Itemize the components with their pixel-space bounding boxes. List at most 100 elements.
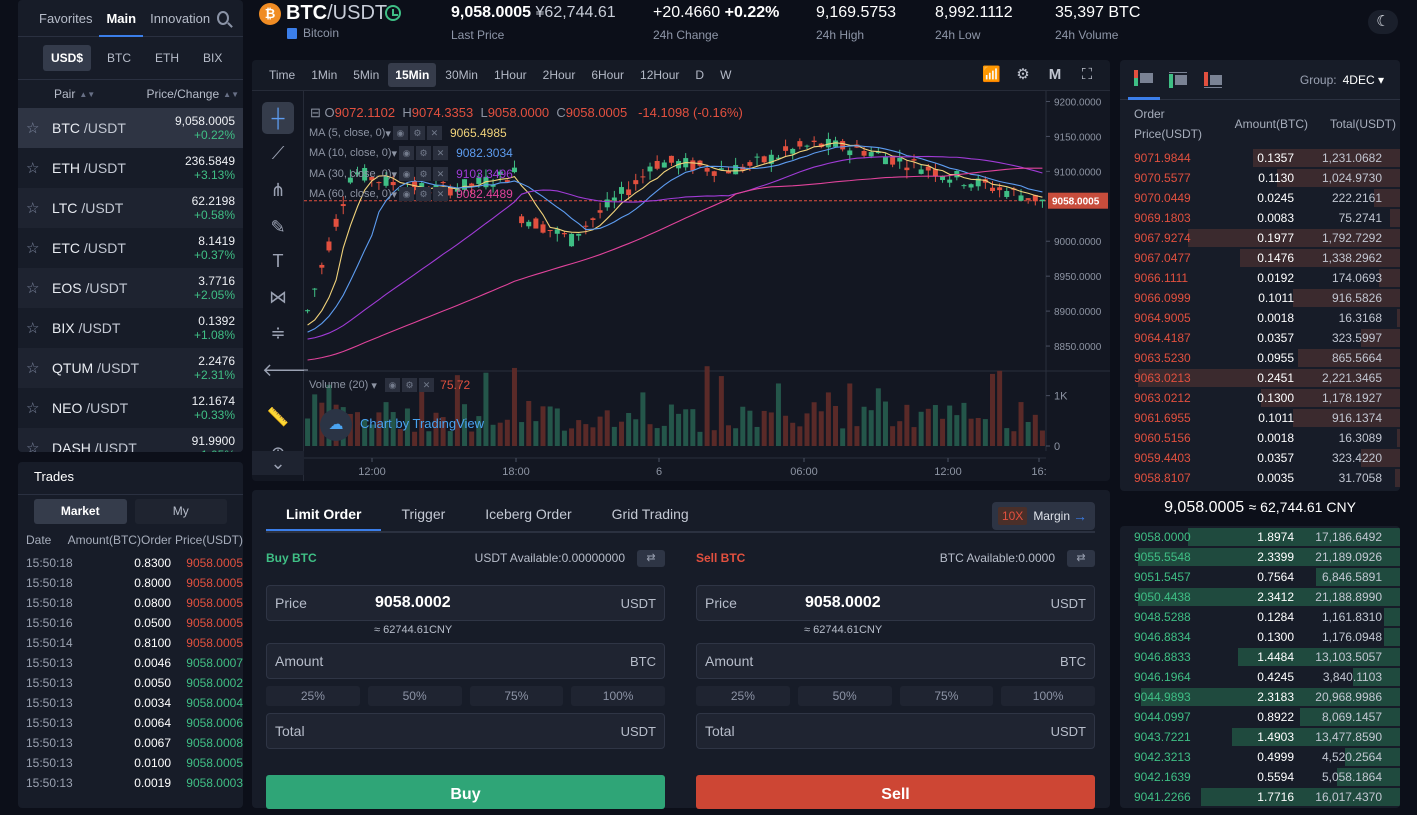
ask-row[interactable]: 9070.5577 0.1130 1,024.9730 <box>1120 168 1400 188</box>
buy-price-value[interactable]: 9058.0002 <box>375 594 451 612</box>
buy-50-button[interactable]: 50% <box>367 686 462 706</box>
bid-row[interactable]: 9044.0997 0.8922 8,069.1457 <box>1120 707 1400 727</box>
tab-limit-order[interactable]: Limit Order <box>266 490 382 531</box>
tab-favorites[interactable]: Favorites <box>32 0 99 37</box>
favorite-star-icon[interactable]: ☆ <box>26 279 40 297</box>
bid-row[interactable]: 9042.3213 0.4999 4,520.2564 <box>1120 747 1400 767</box>
brush-icon[interactable]: ✎ <box>262 211 294 243</box>
ask-row[interactable]: 9063.0213 0.2451 2,221.3465 <box>1120 368 1400 388</box>
quote-tab-btc[interactable]: BTC <box>99 45 139 71</box>
bid-row[interactable]: 9042.1639 0.5594 5,058.1864 <box>1120 767 1400 787</box>
buy-25-button[interactable]: 25% <box>266 686 360 706</box>
ask-row[interactable]: 9063.5230 0.0955 865.5664 <box>1120 348 1400 368</box>
bid-row[interactable]: 9043.7221 1.4903 13,477.8590 <box>1120 727 1400 747</box>
bid-row[interactable]: 9044.9893 2.3183 20,968.9986 <box>1120 687 1400 707</box>
market-row[interactable]: ☆ LTC /USDT 62.2198 +0.58% <box>18 188 243 228</box>
ask-row[interactable]: 9071.9844 0.1357 1,231.0682 <box>1120 148 1400 168</box>
sell-100-button[interactable]: 100% <box>1001 686 1095 706</box>
clock-icon[interactable] <box>385 5 401 21</box>
favorite-star-icon[interactable]: ☆ <box>26 319 40 337</box>
favorite-star-icon[interactable]: ☆ <box>26 199 40 217</box>
fib-tool-icon[interactable]: ⋔ <box>262 174 294 206</box>
eye-icon[interactable]: ◉ <box>399 167 415 181</box>
pair-title[interactable]: BTC/USDT <box>286 2 387 25</box>
buy-100-button[interactable]: 100% <box>571 686 665 706</box>
transfer-swap-icon[interactable]: ⇄ <box>637 549 665 567</box>
market-row[interactable]: ☆ ETH /USDT 236.5849 +3.13% <box>18 148 243 188</box>
ask-row[interactable]: 9067.9274 0.1977 1,792.7292 <box>1120 228 1400 248</box>
interval-time[interactable]: Time <box>262 63 302 87</box>
favorite-star-icon[interactable]: ☆ <box>26 359 40 377</box>
eye-icon[interactable]: ◉ <box>392 126 408 140</box>
market-row[interactable]: ☆ QTUM /USDT 2.2476 +2.31% <box>18 348 243 388</box>
interval-6hour[interactable]: 6Hour <box>584 63 631 87</box>
market-row[interactable]: ☆ ETC /USDT 8.1419 +0.37% <box>18 228 243 268</box>
indicators-icon[interactable]: 📶 <box>982 67 1001 83</box>
ask-row[interactable]: 9061.6955 0.1011 916.1374 <box>1120 408 1400 428</box>
interval-1min[interactable]: 1Min <box>304 63 344 87</box>
buy-75-button[interactable]: 75% <box>469 686 564 706</box>
bid-row[interactable]: 9041.2266 1.7716 16,017.4370 <box>1120 787 1400 807</box>
close-icon[interactable]: ✕ <box>419 378 435 392</box>
sell-button[interactable]: Sell <box>696 775 1095 809</box>
favorite-star-icon[interactable]: ☆ <box>26 439 40 452</box>
trend-line-icon[interactable]: ⟋ <box>262 137 294 169</box>
bid-row[interactable]: 9048.5288 0.1284 1,161.8310 <box>1120 607 1400 627</box>
ask-row[interactable]: 9063.0212 0.1300 1,178.1927 <box>1120 388 1400 408</box>
favorite-star-icon[interactable]: ☆ <box>26 239 40 257</box>
favorite-star-icon[interactable]: ☆ <box>26 399 40 417</box>
tab-trigger[interactable]: Trigger <box>381 490 465 531</box>
book-bids-only-icon[interactable] <box>1163 60 1195 100</box>
margin-button[interactable]: 10X Margin → <box>991 502 1095 530</box>
quote-tab-eth[interactable]: ETH <box>147 45 187 71</box>
ask-row[interactable]: 9060.5156 0.0018 16.3089 <box>1120 428 1400 448</box>
bid-row[interactable]: 9058.0000 1.8974 17,186.6492 <box>1120 527 1400 547</box>
sell-25-button[interactable]: 25% <box>696 686 790 706</box>
tab-iceberg-order[interactable]: Iceberg Order <box>465 490 591 531</box>
sell-total-field[interactable]: Total USDT <box>696 713 1095 749</box>
gear-icon[interactable]: ⚙ <box>416 187 432 201</box>
crosshair-icon[interactable]: ┼ <box>262 102 294 134</box>
gear-icon[interactable]: ⚙ <box>416 146 432 160</box>
close-icon[interactable]: ✕ <box>426 126 442 140</box>
ask-row[interactable]: 9067.0477 0.1476 1,338.2962 <box>1120 248 1400 268</box>
pair-column-header[interactable]: Pair ▲▼ <box>54 87 95 101</box>
market-row[interactable]: ☆ BTC /USDT 9,058.0005 +0.22% <box>18 108 243 148</box>
book-asks-only-icon[interactable] <box>1198 60 1230 100</box>
bid-row[interactable]: 9050.4438 2.3412 21,188.8990 <box>1120 587 1400 607</box>
bid-row[interactable]: 9051.5457 0.7564 6,846.5891 <box>1120 567 1400 587</box>
tab-grid-trading[interactable]: Grid Trading <box>592 490 709 531</box>
buy-total-field[interactable]: Total USDT <box>266 713 665 749</box>
collapse-icon[interactable]: ⊟ <box>310 105 321 120</box>
settings-gear-icon[interactable]: ⚙ <box>1014 67 1032 83</box>
ask-row[interactable]: 9070.0449 0.0245 222.2161 <box>1120 188 1400 208</box>
ask-row[interactable]: 9069.1803 0.0083 75.2741 <box>1120 208 1400 228</box>
fullscreen-icon[interactable]: ⛶ <box>1078 67 1096 83</box>
bid-row[interactable]: 9046.8833 1.4484 13,103.5057 <box>1120 647 1400 667</box>
ask-row[interactable]: 9059.4403 0.0357 323.4220 <box>1120 448 1400 468</box>
price-chart[interactable]: Time 1Min 5Min 15Min 30Min 1Hour 2Hour 6Hour 12H… <box>252 60 1110 481</box>
buy-price-field[interactable]: Price 9058.0002 USDT <box>266 585 665 621</box>
sell-50-button[interactable]: 50% <box>797 686 892 706</box>
ruler-icon[interactable]: 📏 <box>262 401 294 433</box>
close-icon[interactable]: ✕ <box>433 167 449 181</box>
interval-w[interactable]: W <box>713 63 738 87</box>
favorite-star-icon[interactable]: ☆ <box>26 119 40 137</box>
tradingview-watermark[interactable]: Chart by TradingView <box>360 416 484 431</box>
transfer-swap-icon[interactable]: ⇄ <box>1067 549 1095 567</box>
ask-row[interactable]: 9058.8107 0.0035 31.7058 <box>1120 468 1400 488</box>
gear-icon[interactable]: ⚙ <box>409 126 425 140</box>
eye-icon[interactable]: ◉ <box>399 187 415 201</box>
projection-tool-icon[interactable]: ≑ <box>262 317 294 349</box>
chevron-down-icon[interactable]: ⌄ <box>252 451 304 475</box>
sell-75-button[interactable]: 75% <box>899 686 994 706</box>
tab-main[interactable]: Main <box>99 0 144 37</box>
tab-innovation[interactable]: Innovation <box>143 0 217 37</box>
close-icon[interactable]: ✕ <box>433 187 449 201</box>
interval-30min[interactable]: 30Min <box>438 63 485 87</box>
gear-icon[interactable]: ⚙ <box>416 167 432 181</box>
interval-15min[interactable]: 15Min <box>388 63 437 87</box>
interval-2hour[interactable]: 2Hour <box>536 63 583 87</box>
theme-toggle-moon-icon[interactable]: ☾ <box>1368 10 1398 34</box>
market-row[interactable]: ☆ NEO /USDT 12.1674 +0.33% <box>18 388 243 428</box>
